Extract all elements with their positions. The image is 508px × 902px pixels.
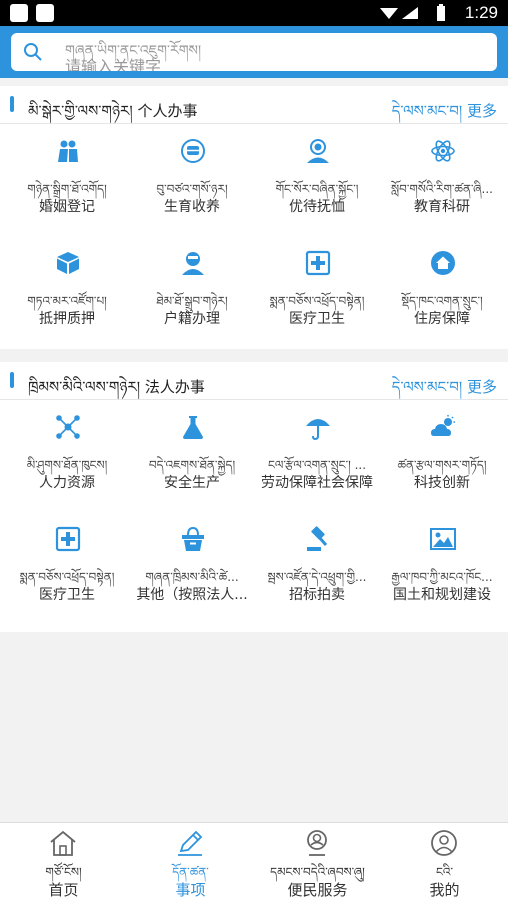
personal-affairs-section: མི་སྒེར་གྱི་ལས་གཉེར། 个人办事 དེ་ལས་མང་བ། 更多… [0,86,508,349]
search-header: གཞན་ཡིག་ནང་འཇུག་རོགས། 请输入关键字 [0,26,508,78]
gavel-icon [307,526,328,551]
item-label-chinese: 人力资源 [39,475,95,491]
service-item-safe-production[interactable]: བདེ་འཇགས་ཐོན་སྐྱེད། 安全生产 [130,400,254,504]
item-label-chinese: 安全生产 [164,475,220,491]
umbrella-icon [306,419,330,440]
item-label-chinese: 婚姻登记 [39,199,95,215]
house-icon [431,251,455,275]
tab-home[interactable]: གཙོ་ངོས། 首页 [0,823,127,902]
network-icon [56,415,80,439]
care-person-icon [307,139,329,163]
item-label-chinese: 教育科研 [414,199,470,215]
box-icon [57,252,79,274]
item-label-chinese: 医疗卫生 [289,311,345,327]
basket-icon [182,526,204,551]
flask-icon [183,416,203,439]
notification-icon [36,4,54,22]
item-label-chinese: 医疗卫生 [39,587,95,603]
tab-matters[interactable]: དོན་ཚན་ 事项 [127,823,254,902]
service-item-labor-social-security[interactable]: ངལ་རྩོལ་འགན་སྲུང་། ... 劳动保障社会保障 [255,400,379,504]
service-item-marriage[interactable]: གཉེན་སྒྲིག་ཐོ་འགོད། 婚姻登记 [5,124,129,228]
item-label-chinese: 住房保障 [414,311,470,327]
tab-label-chinese: 首页 [48,881,79,899]
search-input[interactable]: གཞན་ཡིག་ནང་འཇུག་རོགས། 请输入关键字 [11,33,497,71]
couple-icon [58,140,78,162]
item-label-chinese: 招标拍卖 [289,587,345,603]
pencil-icon [178,830,203,856]
service-item-bidding-auction[interactable]: སྦས་འཛོན་དེ་འཕྲུག་གྱི... 招标拍卖 [255,512,379,616]
item-label-chinese: 科技创新 [414,475,470,491]
service-item-land-planning[interactable]: རྒྱལ་ཁབ་ཀྱི་མངའ་ཁོང... 国土和规划建设 [380,512,504,616]
item-label-chinese: 抵押质押 [39,311,95,327]
legal-person-affairs-section: ཁྲིམས་མིའི་ལས་གཉེར། 法人办事 དེ་ལས་མང་བ། 更多 … [0,362,508,632]
tab-convenience-services[interactable]: དམངས་བདེའི་ཞབས་ཞུ། 便民服务 [254,823,381,902]
service-item-tech-innovation[interactable]: ཚན་རྩལ་གསར་གཏོད། 科技创新 [380,400,504,504]
id-person-icon [182,252,204,275]
tab-mine[interactable]: ངའི་ 我的 [381,823,508,902]
baby-bottle-icon [181,139,205,163]
wifi-signal-icon [380,7,418,19]
item-label-chinese: 生育收养 [164,199,220,215]
item-label-chinese: 其他（按照法人... [136,587,248,603]
service-item-human-resources[interactable]: མི་ཤུགས་ཐོན་ཁུངས། 人力资源 [5,400,129,504]
notification-icon [10,4,28,22]
service-item-preferential-care[interactable]: གོང་སོར་བཞིན་སྐྱོང་། 优待抚恤 [255,124,379,228]
service-item-education-research[interactable]: སློབ་གསོའི་རིག་ཚན་ཞི... 教育科研 [380,124,504,228]
item-label-chinese: 优待抚恤 [289,199,345,215]
service-item-medical-health[interactable]: སྨན་བཅོས་འཕྲོད་བསྟེན། 医疗卫生 [255,236,379,340]
medical-cross-icon [55,526,81,552]
service-item-mortgage-pledge[interactable]: གཏའ་མར་འཛོག་པ། 抵押质押 [5,236,129,340]
medical-cross-icon [305,250,331,276]
section-header: ཁྲིམས་མིའི་ལས་གཉེར། 法人办事 དེ་ལས་མང་བ། 更多 [0,362,508,400]
item-label-chinese: 国土和规划建设 [393,587,491,603]
atom-icon [431,140,455,162]
service-item-birth-adoption[interactable]: བུ་བཙའ་གསོ་ཉར། 生育收养 [130,124,254,228]
section-accent-bar [10,96,14,112]
service-item-housing-security[interactable]: སྡོད་ཁང་འགན་སྲུང་། 住房保障 [380,236,504,340]
tab-label-chinese: 事项 [175,881,206,899]
search-placeholder-chinese: 请输入关键字 [65,57,162,71]
picture-icon [430,528,456,550]
service-item-other[interactable]: གཞན་ཁྲིམས་མིའི་ཚེ... 其他（按照法人... [130,512,254,616]
home-icon [50,830,76,856]
status-time: 1:29 [464,3,498,22]
status-bar: 1:29 [0,0,508,26]
battery-icon [437,4,445,21]
cloud-sun-icon [431,415,455,436]
search-icon [24,43,42,61]
section-header: མི་སྒེར་གྱི་ལས་གཉེར། 个人办事 དེ་ལས་མང་བ། 更多 [0,86,508,124]
service-icon [307,830,327,856]
user-icon [431,830,457,856]
section-accent-bar [10,372,14,388]
service-item-medical-health[interactable]: སྨན་བཅོས་འཕྲོད་བསྟེན། 医疗卫生 [5,512,129,616]
bottom-tab-bar: གཙོ་ངོས། 首页 དོན་ཚན་ 事项 དམངས་བདེའི་ཞབས་ཞུ… [0,822,508,902]
service-item-household-registration[interactable]: ཐེམ་ཐོ་སྒྲུབ་གཉེར། 户籍办理 [130,236,254,340]
item-label-chinese: 劳动保障社会保障 [261,475,373,491]
item-label-chinese: 户籍办理 [164,311,220,327]
tab-label-chinese: 便民服务 [287,881,348,899]
tab-label-chinese: 我的 [429,881,460,899]
